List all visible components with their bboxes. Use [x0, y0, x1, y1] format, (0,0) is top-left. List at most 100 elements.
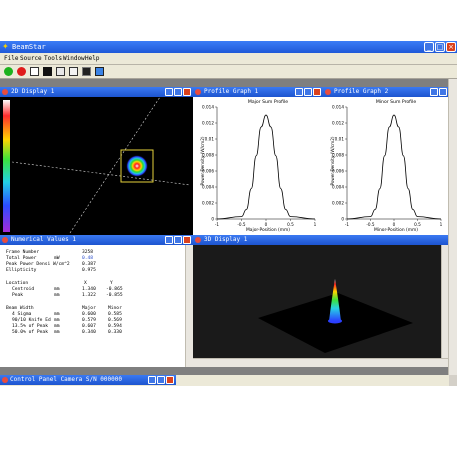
y-tick-label: 0.004: [202, 185, 214, 190]
y-tick-label: 0.002: [332, 201, 344, 206]
menu-window[interactable]: Window: [63, 53, 85, 64]
black-square-icon[interactable]: [43, 67, 52, 76]
y-tick-label: 0.008: [202, 153, 214, 158]
beam-width-row-label: 13.5% of Peak: [12, 324, 48, 329]
menu-source[interactable]: Source: [20, 53, 42, 64]
x-tick-label: -1: [215, 222, 220, 227]
menu-bar: File Source Tools Window Help: [0, 53, 457, 65]
window-numerical-values-title: Numerical Values 1: [11, 236, 77, 243]
window-profile-graph-1-close-button[interactable]: [313, 88, 321, 96]
window-icon[interactable]: [69, 67, 78, 76]
frame-number-label: Frame Number: [6, 250, 40, 255]
chart-title: Major Sum Profile: [248, 99, 288, 105]
peak-y-value: -0.855: [106, 293, 123, 298]
window-profile-graph-1: Profile Graph 1 Major Sum Profile Major-…: [193, 87, 323, 235]
toolbar: [0, 65, 457, 79]
window-control-panel-maximize-button[interactable]: [157, 376, 165, 384]
peak-power-label: Peak Power Densi W/cm^2: [6, 262, 70, 267]
window-3d-display: 3D Display 1: [193, 235, 449, 367]
beamstar-app-icon: ✦: [2, 42, 9, 51]
y-tick-label: 0.012: [332, 121, 344, 126]
numerical-values-scrollbar[interactable]: [185, 245, 193, 367]
beam-2d-view[interactable]: [0, 97, 193, 235]
menu-help[interactable]: Help: [85, 53, 99, 64]
x-tick-label: 1: [314, 222, 317, 227]
display-icon[interactable]: [30, 67, 39, 76]
x-tick-label: 0.5: [287, 222, 294, 227]
beam-width-label: Beam Width: [6, 306, 34, 311]
window-2d-display-title: 2D Display 1: [11, 88, 55, 95]
window-2d-display-titlebar[interactable]: 2D Display 1: [0, 87, 193, 97]
y-tick-label: 0.01: [205, 137, 215, 142]
3d-display-horizontal-scrollbar[interactable]: [193, 358, 449, 367]
mdi-workspace: 2D Display 1 Profile Graph 1 Major Sum P…: [0, 79, 449, 375]
window-control-panel-close-button[interactable]: [166, 376, 174, 384]
beam-3d-view[interactable]: [193, 245, 449, 367]
window-numerical-values-minimize-button[interactable]: [165, 236, 173, 244]
y-tick-label: 0.002: [202, 201, 214, 206]
peak-row: Peak mm 1.322 -0.855: [6, 293, 123, 299]
peak-x-value: 1.322: [82, 293, 96, 298]
window-profile-graph-1-titlebar[interactable]: Profile Graph 1: [193, 87, 323, 97]
numerical-values-table: Frame Number 3258 Total Power mW 0.48 Peak …: [0, 245, 186, 367]
menu-tools[interactable]: Tools: [44, 53, 62, 64]
peak-unit: mm: [54, 293, 60, 298]
y-tick-label: 0.006: [202, 169, 214, 174]
window-numerical-values-close-button[interactable]: [183, 236, 191, 244]
y-tick-label: 0: [341, 217, 344, 222]
window-2d-display-close-button[interactable]: [183, 88, 191, 96]
app-title: BeamStar: [12, 43, 46, 51]
y-tick-label: 0.01: [335, 137, 345, 142]
beam-width-row-minor: 0.330: [108, 330, 122, 335]
window-profile-graph-2-minimize-button[interactable]: [430, 88, 438, 96]
y-tick-label: 0.008: [332, 153, 344, 158]
workspace-vertical-scrollbar[interactable]: [448, 79, 457, 375]
grid-icon[interactable]: [95, 67, 104, 76]
window-icon: [195, 237, 201, 243]
x-tick-label: 0: [265, 222, 268, 227]
start-green-icon[interactable]: [4, 67, 13, 76]
minimize-button[interactable]: _: [424, 42, 434, 52]
window-icon: [325, 89, 331, 95]
beam-width-row: 50.0% of Peak mm 0.340 0.330: [6, 330, 122, 336]
panel-icon[interactable]: [82, 67, 91, 76]
window-control-panel-minimized[interactable]: Control Panel Camera S/N 000000: [0, 375, 176, 385]
stop-red-icon[interactable]: [17, 67, 26, 76]
beam-width-row-label: 50.0% of Peak: [12, 330, 48, 335]
window-2d-display-minimize-button[interactable]: [165, 88, 173, 96]
y-tick-label: 0.014: [202, 105, 214, 110]
minor-profile-chart: Minor Sum Profile Minor-Position (mm) Po…: [323, 97, 449, 235]
window-2d-display-maximize-button[interactable]: [174, 88, 182, 96]
window-3d-display-titlebar[interactable]: 3D Display 1: [193, 235, 449, 245]
graph-icon[interactable]: [56, 67, 65, 76]
y-tick-label: 0: [211, 217, 214, 222]
x-tick-label: 0: [393, 222, 396, 227]
menu-file[interactable]: File: [4, 53, 18, 64]
window-icon: [2, 237, 8, 243]
window-profile-graph-1-maximize-button[interactable]: [304, 88, 312, 96]
y-tick-label: 0.004: [332, 185, 344, 190]
window-profile-graph-2-titlebar[interactable]: Profile Graph 2: [323, 87, 449, 97]
location-label: Location: [6, 281, 29, 286]
peak-label: Peak: [12, 293, 24, 298]
window-control-panel-restore-button[interactable]: [148, 376, 156, 384]
x-tick-label: -0.5: [237, 222, 246, 227]
app-titlebar[interactable]: ✦ BeamStar _ □ ×: [0, 41, 457, 53]
window-icon: [2, 89, 8, 95]
window-profile-graph-1-title: Profile Graph 1: [204, 88, 259, 95]
chart-y-label: Power Density (W/cm2): [330, 136, 335, 185]
window-2d-display: 2D Display 1: [0, 87, 193, 235]
window-control-panel-title: Control Panel Camera S/N 000000: [10, 376, 122, 383]
window-numerical-values-titlebar[interactable]: Numerical Values 1: [0, 235, 193, 245]
window-profile-graph-2-maximize-button[interactable]: [439, 88, 447, 96]
beam-width-row-label: 4 Sigma: [12, 312, 32, 317]
maximize-button[interactable]: □: [435, 42, 445, 52]
window-3d-display-title: 3D Display 1: [204, 236, 248, 243]
window-profile-graph-1-minimize-button[interactable]: [295, 88, 303, 96]
centroid-label: Centroid: [12, 287, 35, 292]
chart-x-label: Minor-Position (mm): [374, 227, 418, 233]
color-scale-bar: [3, 100, 10, 232]
close-button[interactable]: ×: [446, 42, 456, 52]
beam-spot: [126, 155, 148, 177]
window-numerical-values-maximize-button[interactable]: [174, 236, 182, 244]
